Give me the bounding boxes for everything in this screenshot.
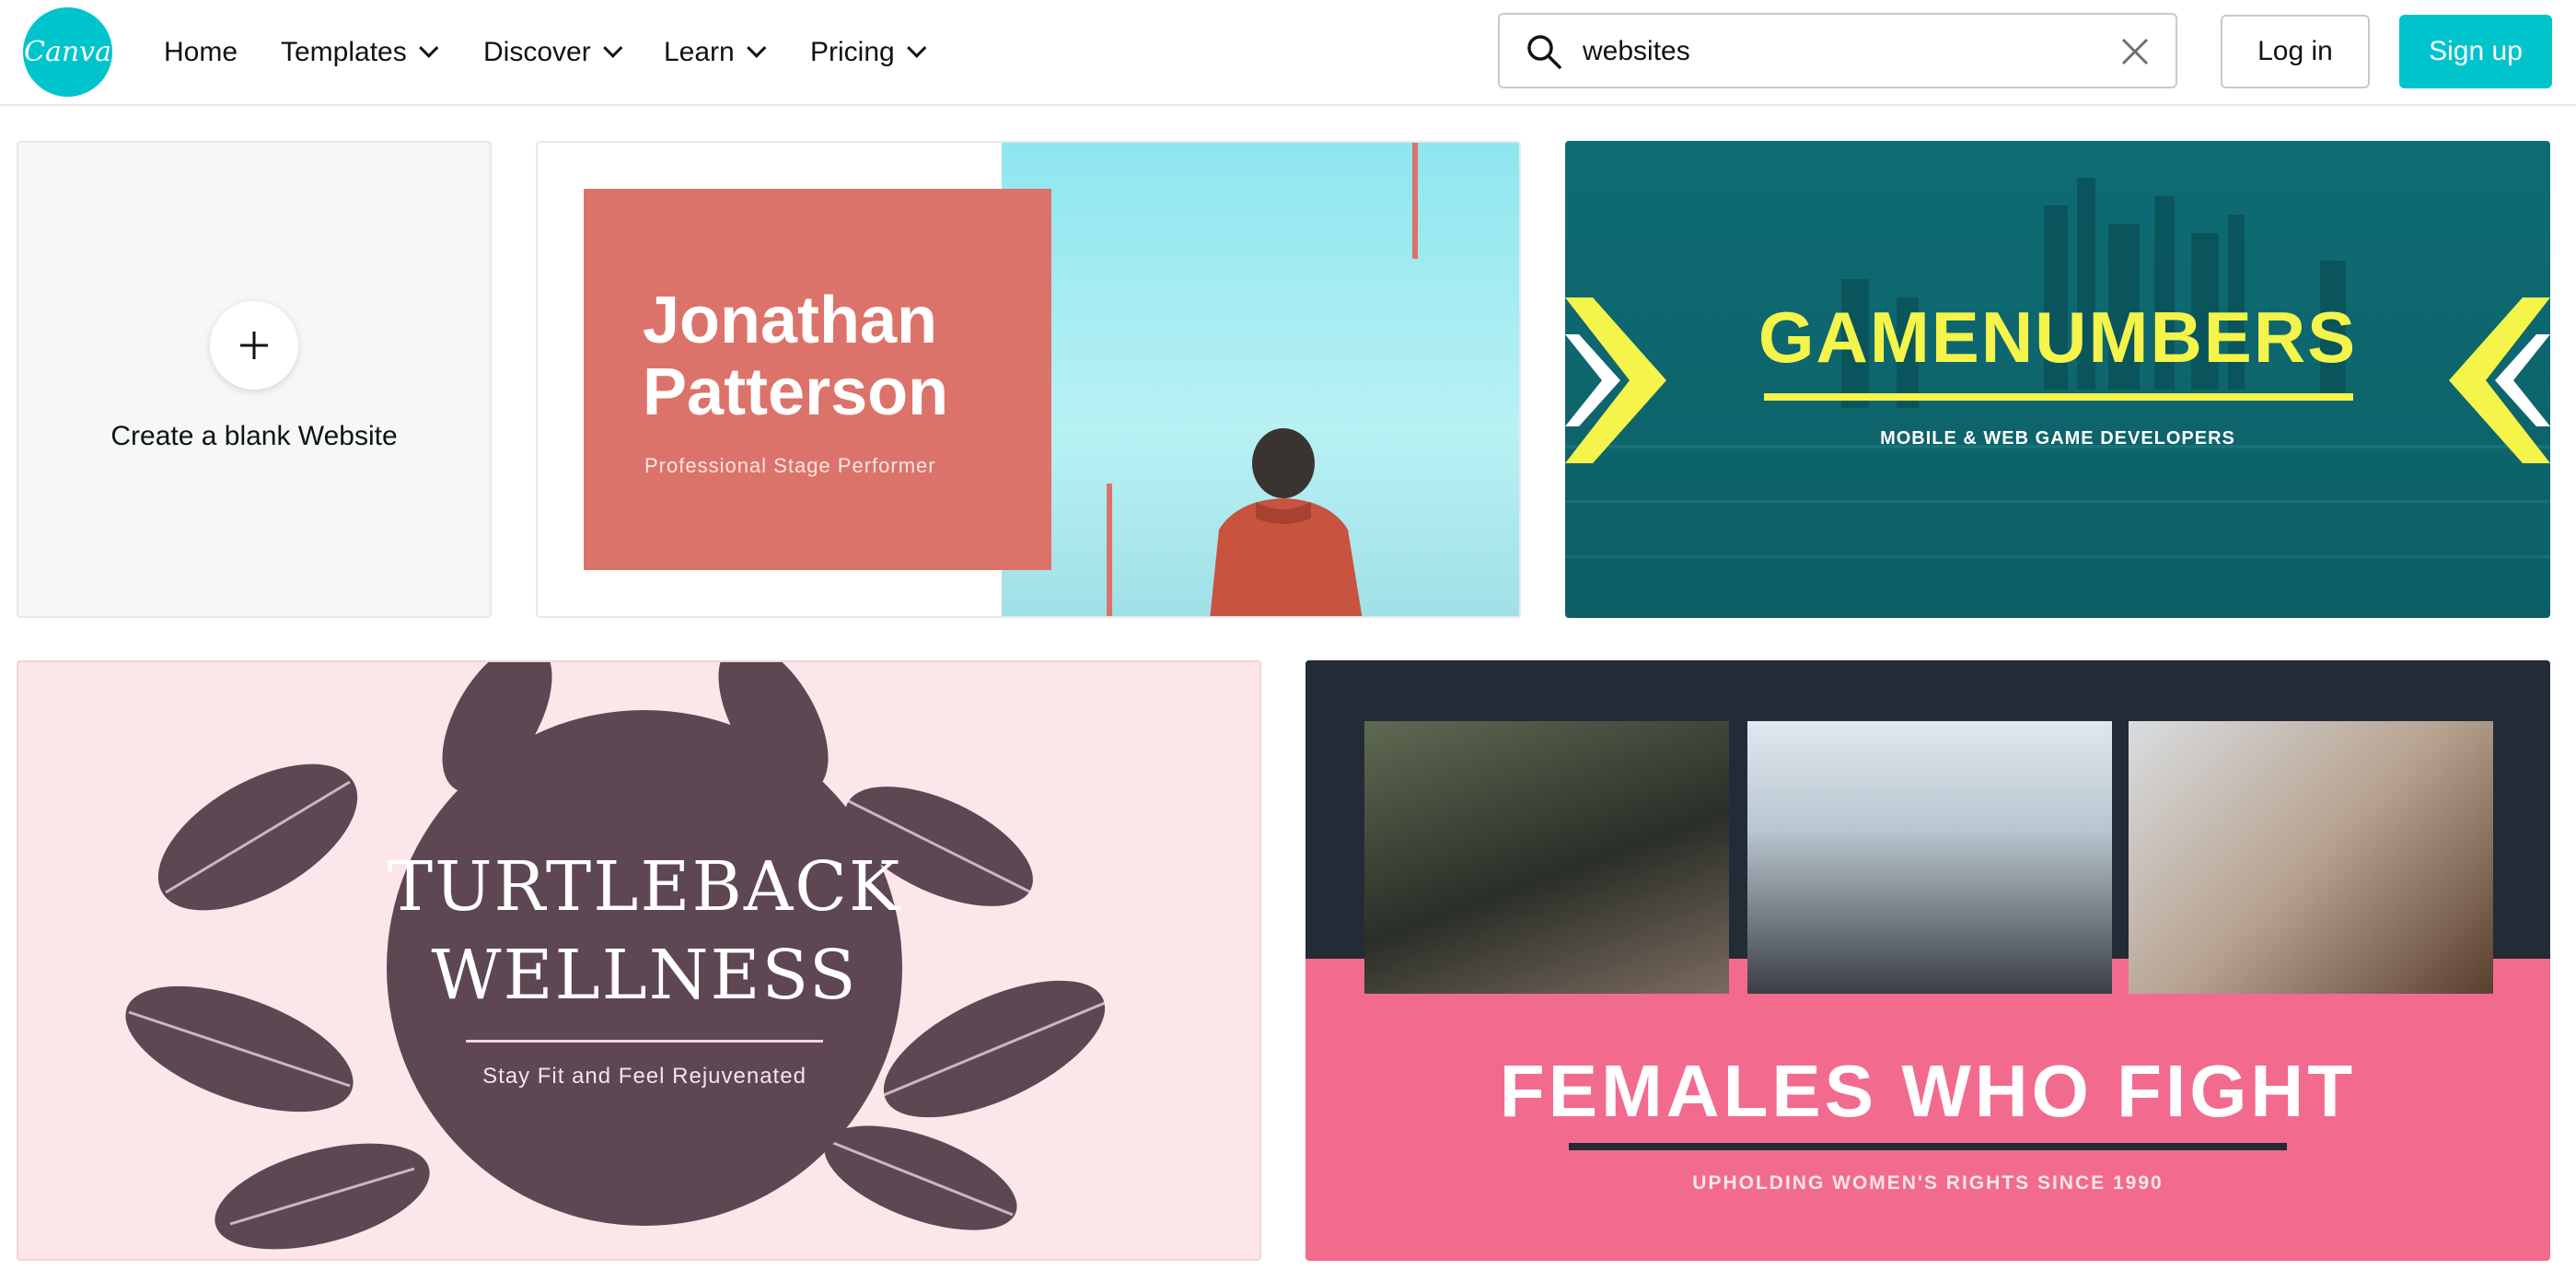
photo-2 [1747, 721, 2112, 994]
nav-learn-label: Learn [664, 36, 735, 67]
decor-bar [1412, 143, 1418, 259]
chevron-down-icon [906, 38, 927, 58]
search-icon [1527, 35, 1561, 69]
login-button[interactable]: Log in [2221, 15, 2370, 88]
photo-1 [1364, 721, 1729, 994]
gamenumbers-subtitle: MOBILE & WEB GAME DEVELOPERS [1880, 428, 2235, 449]
top-header: Canva Home Templates Discover Learn Pric… [0, 0, 2576, 106]
nav-discover-label: Discover [483, 36, 591, 67]
plus-icon[interactable] [210, 301, 298, 390]
females-title: FEMALES WHO FIGHT [1499, 1050, 2357, 1132]
turtleback-title: TURTLEBACK WELLNESS [387, 843, 902, 1020]
canva-logo[interactable]: Canva [23, 7, 112, 97]
nav-pricing-label: Pricing [810, 36, 895, 67]
turtleback-subtitle: Stay Fit and Feel Rejuvenated [482, 1064, 806, 1089]
create-blank-website-card[interactable]: Create a blank Website [17, 141, 492, 618]
nav-discover[interactable]: Discover [483, 0, 623, 104]
signup-button[interactable]: Sign up [2399, 15, 2552, 88]
chevron-down-icon [418, 38, 439, 58]
nav-learn[interactable]: Learn [664, 0, 767, 104]
jonathan-title: Jonathan Patterson [643, 284, 949, 429]
divider-line [466, 1040, 823, 1043]
logo-text: Canva [24, 36, 111, 68]
template-card-turtleback-wellness[interactable]: TURTLEBACK WELLNESS Stay Fit and Feel Re… [17, 660, 1261, 1261]
divider-line [1569, 1143, 2287, 1150]
person-image [1210, 428, 1363, 616]
template-card-females-who-fight[interactable]: FEMALES WHO FIGHT UPHOLDING WOMEN'S RIGH… [1305, 660, 2550, 1261]
search-input[interactable] [1581, 15, 2082, 88]
template-card-jonathan-patterson[interactable]: Jonathan Patterson Professional Stage Pe… [536, 141, 1521, 618]
search-box [1498, 13, 2177, 88]
close-icon[interactable] [2120, 37, 2150, 66]
nav-home-label: Home [164, 36, 238, 67]
turtleback-title-line2: WELLNESS [431, 936, 858, 1015]
nav-templates-label: Templates [281, 36, 407, 67]
nav-home[interactable]: Home [164, 0, 238, 104]
decor-bar [1107, 484, 1112, 616]
turtleback-title-line1: TURTLEBACK [387, 847, 902, 927]
title-box: Jonathan Patterson Professional Stage Pe… [584, 189, 1051, 570]
city-background [1565, 178, 2550, 558]
divider-line [1764, 393, 2353, 401]
nav-templates[interactable]: Templates [281, 0, 439, 104]
photo-3 [2129, 721, 2493, 994]
chevron-down-icon [602, 38, 623, 58]
jonathan-subtitle: Professional Stage Performer [644, 454, 936, 477]
template-card-gamenumbers[interactable]: GAMENUMBERS MOBILE & WEB GAME DEVELOPERS [1565, 141, 2550, 618]
females-subtitle: UPHOLDING WOMEN'S RIGHTS SINCE 1990 [1692, 1172, 2164, 1194]
create-blank-label: Create a blank Website [110, 421, 398, 451]
nav-pricing[interactable]: Pricing [810, 0, 927, 104]
chevron-down-icon [746, 38, 767, 58]
gamenumbers-title: GAMENUMBERS [1758, 297, 2358, 378]
